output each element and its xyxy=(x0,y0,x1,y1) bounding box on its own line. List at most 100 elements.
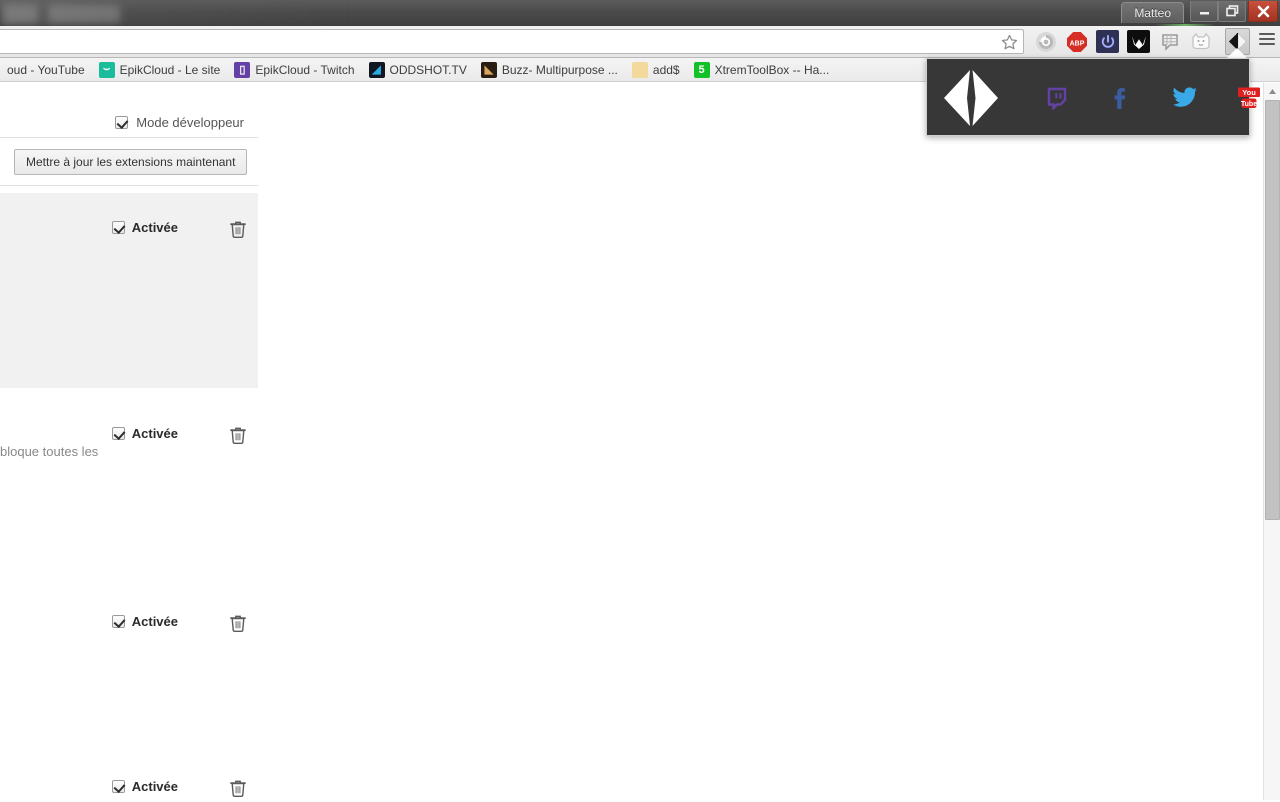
minimize-button[interactable] xyxy=(1190,1,1218,22)
window-title-bar: Matteo xyxy=(0,0,1280,26)
extension-row-3: Activée xyxy=(0,587,258,737)
twitch-chat-icon[interactable] xyxy=(1158,30,1181,53)
scrollbar-thumb[interactable] xyxy=(1265,100,1280,520)
divider-below-update xyxy=(0,185,258,186)
chrome-menu-button[interactable] xyxy=(1259,33,1275,49)
extension-row-2-enabled-checkbox[interactable] xyxy=(111,427,125,440)
bookmark-xtremtoolbox[interactable]: 5 XtremToolBox -- Ha... xyxy=(687,60,837,80)
ghostery-glyph xyxy=(1035,31,1056,52)
extension-row-2-enabled-label: Activée xyxy=(131,426,178,441)
diamond-logo-glyph xyxy=(940,68,1000,128)
restore-button[interactable] xyxy=(1218,1,1246,22)
restore-icon xyxy=(1225,5,1238,17)
bookmark-epikcloud-twitch-favicon: ▯ xyxy=(234,61,251,78)
extension-row-4-enabled-label: Activée xyxy=(131,779,178,794)
bookmark-oddshot-label: ODDSHOT.TV xyxy=(389,62,467,77)
adblockplus-glyph: ABP xyxy=(1066,31,1087,52)
popup-facebook-link[interactable] xyxy=(1089,59,1153,137)
epikcloud-diamond-logo[interactable] xyxy=(937,65,1003,131)
svg-text:ABP: ABP xyxy=(1069,40,1084,47)
menu-bar-3 xyxy=(1259,43,1275,45)
extension-row-2: Activée xyxy=(0,399,258,579)
bookmark-youtube[interactable]: oud - YouTube xyxy=(0,60,92,80)
cat-glyph xyxy=(1191,32,1210,49)
bookmark-epikcloud-site[interactable]: ⌣ EpikCloud - Le site xyxy=(92,60,228,80)
trash-icon xyxy=(230,221,246,239)
power-glyph xyxy=(1101,34,1114,48)
extension-row-3-enabled-checkbox[interactable] xyxy=(111,615,125,628)
popup-twitch-link[interactable] xyxy=(1025,59,1089,137)
bookmark-xtremtoolbox-label: XtremToolBox -- Ha... xyxy=(714,62,830,77)
developer-mode-checkbox[interactable] xyxy=(115,115,129,129)
trash-icon xyxy=(230,427,246,445)
bookmark-addfolder-label: add$ xyxy=(652,62,680,77)
close-button[interactable] xyxy=(1248,1,1278,22)
extension-row-3-delete-button[interactable] xyxy=(230,614,246,633)
bookmark-buzz-favicon: ◣ xyxy=(480,61,497,78)
close-icon xyxy=(1257,5,1269,17)
bookmark-buzz[interactable]: ◣ Buzz- Multipurpose ... xyxy=(474,60,625,80)
tab-item[interactable] xyxy=(4,5,38,23)
extension-row-2-enable-group[interactable]: Activée xyxy=(111,426,178,441)
trash-icon xyxy=(230,780,246,798)
star-glyph xyxy=(1001,34,1018,50)
tab-item[interactable] xyxy=(48,5,120,23)
power-toggle-icon[interactable] xyxy=(1096,30,1119,53)
chat-bubble-glyph xyxy=(1161,33,1178,51)
extension-row-4: Activée xyxy=(0,752,258,800)
trash-icon xyxy=(230,615,246,633)
extension-row-1-enable-group[interactable]: Activée xyxy=(111,220,178,235)
extension-row-4-enabled-checkbox[interactable] xyxy=(111,780,125,793)
menu-bar-2 xyxy=(1259,38,1275,40)
address-input[interactable] xyxy=(0,30,980,53)
extension-row-3-enabled-label: Activée xyxy=(131,614,178,629)
bookmark-epikcloud-site-label: EpikCloud - Le site xyxy=(119,62,221,77)
svg-text:Tube: Tube xyxy=(1241,101,1257,108)
bookmark-xtremtoolbox-favicon: 5 xyxy=(693,61,710,78)
cat-face-icon[interactable] xyxy=(1189,30,1212,53)
bookmark-epikcloud-site-favicon: ⌣ xyxy=(98,61,115,78)
address-bar[interactable] xyxy=(0,29,1024,54)
extensions-content-column: Mode développeur Mettre à jour les exten… xyxy=(0,83,258,800)
extension-row-1-enabled-checkbox[interactable] xyxy=(111,221,125,234)
extension-row-3-enable-group[interactable]: Activée xyxy=(111,614,178,629)
bookmark-epikcloud-twitch[interactable]: ▯ EpikCloud - Twitch xyxy=(227,60,361,80)
extension-row-4-delete-button[interactable] xyxy=(230,779,246,798)
bitdefender-icon[interactable] xyxy=(1127,30,1150,53)
divider-top xyxy=(0,137,258,138)
bookmark-buzz-label: Buzz- Multipurpose ... xyxy=(501,62,618,77)
facebook-icon xyxy=(1114,88,1126,109)
extensions-page: Mode développeur Mettre à jour les exten… xyxy=(0,83,1280,800)
twitter-icon xyxy=(1173,87,1197,107)
minimize-icon xyxy=(1199,11,1209,14)
extension-row-1-enabled-label: Activée xyxy=(131,220,178,235)
menu-bar-1 xyxy=(1259,33,1275,35)
bookmark-addfolder[interactable]: add$ xyxy=(625,60,687,80)
extension-row-4-enable-group[interactable]: Activée xyxy=(111,779,178,794)
update-extensions-button[interactable]: Mettre à jour les extensions maintenant xyxy=(14,149,248,175)
page-scrollbar[interactable] xyxy=(1263,83,1280,800)
bookmark-addfolder-favicon xyxy=(631,61,648,78)
ghostery-icon[interactable] xyxy=(1034,30,1057,53)
extension-popup-panel: You Tube xyxy=(926,58,1260,137)
bookmark-oddshot-favicon: ◢ xyxy=(368,61,385,78)
developer-mode-row[interactable]: Mode développeur xyxy=(0,112,258,132)
twitch-icon xyxy=(1047,87,1067,110)
popup-twitter-link[interactable] xyxy=(1153,59,1217,137)
developer-mode-label: Mode développeur xyxy=(136,114,244,130)
browser-toolbar: ABP xyxy=(0,26,1280,58)
extension-row-1: Activée xyxy=(0,193,258,388)
bookmark-epikcloud-twitch-label: EpikCloud - Twitch xyxy=(255,62,355,77)
extension-row-2-description: bloque toutes les xyxy=(0,444,99,459)
youtube-icon: You Tube xyxy=(1238,87,1260,108)
popup-youtube-link[interactable]: You Tube xyxy=(1217,59,1280,137)
bookmark-oddshot[interactable]: ◢ ODDSHOT.TV xyxy=(362,60,474,80)
extension-row-2-delete-button[interactable] xyxy=(230,426,246,445)
bookmark-youtube-label: oud - YouTube xyxy=(7,62,85,77)
profile-button[interactable]: Matteo xyxy=(1121,2,1184,23)
svg-text:You: You xyxy=(1242,88,1256,97)
bookmark-star-icon[interactable] xyxy=(1000,33,1019,52)
wolf-glyph xyxy=(1131,35,1146,49)
adblockplus-icon[interactable]: ABP xyxy=(1065,30,1088,53)
extension-row-1-delete-button[interactable] xyxy=(230,220,246,239)
